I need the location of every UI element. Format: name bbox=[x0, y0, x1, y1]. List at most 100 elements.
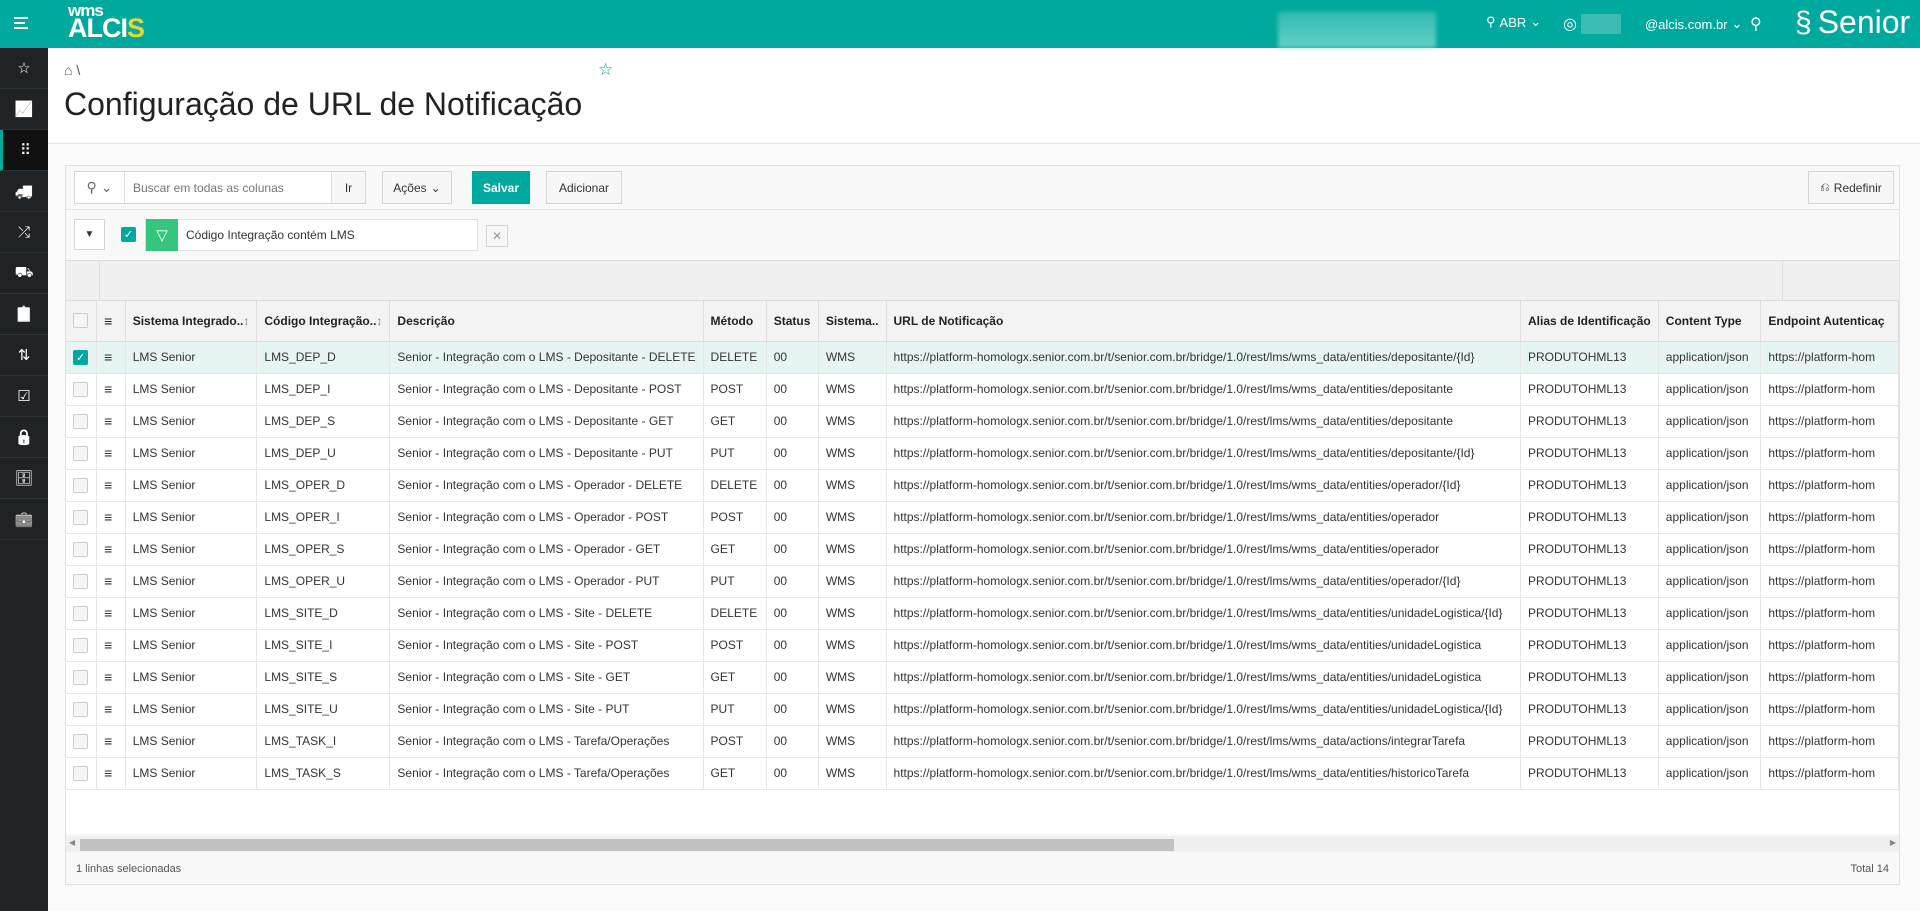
table-row[interactable]: ≡ LMS Senior LMS_OPER_U Senior - Integração… bbox=[66, 565, 1899, 598]
table-cell[interactable]: Senior - Integração com o LMS - Tarefa/O… bbox=[389, 725, 704, 758]
table-cell[interactable]: PRODUTOHML13 bbox=[1520, 341, 1659, 374]
table-cell[interactable]: application/json bbox=[1658, 597, 1762, 630]
sidebar-item-clipboard-check[interactable]: 📋 bbox=[0, 294, 48, 335]
table-row[interactable]: ≡ LMS Senior LMS_OPER_S Senior - Integração… bbox=[66, 533, 1899, 566]
table-cell[interactable]: Senior - Integração com o LMS - Site - G… bbox=[389, 661, 704, 694]
row-menu-icon[interactable]: ≡ bbox=[104, 349, 112, 365]
table-cell[interactable]: PRODUTOHML13 bbox=[1520, 437, 1659, 470]
table-cell[interactable]: application/json bbox=[1658, 373, 1762, 406]
table-cell[interactable]: POST bbox=[703, 373, 767, 406]
table-cell[interactable]: WMS bbox=[818, 405, 887, 438]
sidebar-item-apps-grid[interactable]: ⠿ bbox=[0, 130, 48, 171]
table-row[interactable]: ≡ LMS Senior LMS_TASK_I Senior - Integração… bbox=[66, 725, 1899, 758]
table-cell[interactable]: application/json bbox=[1658, 405, 1762, 438]
column-header[interactable]: Método bbox=[703, 301, 767, 342]
table-cell[interactable]: https://platform-homologx.senior.com.br/… bbox=[886, 469, 1521, 502]
column-header[interactable]: Status bbox=[766, 301, 819, 342]
table-cell[interactable]: WMS bbox=[818, 341, 887, 374]
table-cell[interactable]: LMS_DEP_D bbox=[256, 341, 391, 374]
table-cell[interactable]: https://platform-hom bbox=[1760, 469, 1899, 502]
row-menu-icon[interactable]: ≡ bbox=[104, 413, 112, 429]
table-cell[interactable]: 00 bbox=[766, 661, 819, 694]
table-cell[interactable]: LMS Senior bbox=[125, 501, 258, 534]
reset-button[interactable]: ⎌ Redefinir bbox=[1808, 171, 1894, 204]
table-cell[interactable]: application/json bbox=[1658, 437, 1762, 470]
row-menu-icon[interactable]: ≡ bbox=[104, 477, 112, 493]
blurred-company-selector[interactable] bbox=[1278, 12, 1436, 48]
table-cell[interactable]: Senior - Integração com o LMS - Operador… bbox=[389, 533, 704, 566]
row-checkbox[interactable] bbox=[73, 477, 88, 493]
table-cell[interactable]: https://platform-homologx.senior.com.br/… bbox=[886, 725, 1521, 758]
table-cell[interactable]: DELETE bbox=[703, 469, 767, 502]
table-cell[interactable]: https://platform-hom bbox=[1760, 373, 1899, 406]
sort-icon[interactable]: ↕ bbox=[243, 314, 249, 328]
row-menu-icon[interactable]: ≡ bbox=[104, 381, 112, 397]
table-cell[interactable]: 00 bbox=[766, 693, 819, 726]
table-cell[interactable]: LMS Senior bbox=[125, 373, 258, 406]
table-cell[interactable]: Senior - Integração com o LMS - Deposita… bbox=[389, 405, 704, 438]
table-cell[interactable]: https://platform-hom bbox=[1760, 629, 1899, 662]
table-cell[interactable]: WMS bbox=[818, 565, 887, 598]
table-cell[interactable]: GET bbox=[703, 405, 767, 438]
row-checkbox[interactable] bbox=[73, 413, 88, 429]
sidebar-item-briefcase[interactable]: 💼 bbox=[0, 499, 48, 540]
search-input[interactable] bbox=[125, 172, 331, 203]
table-cell[interactable]: PRODUTOHML13 bbox=[1520, 757, 1659, 790]
menu-toggle-icon[interactable] bbox=[14, 14, 34, 34]
table-cell[interactable]: PRODUTOHML13 bbox=[1520, 533, 1659, 566]
filter-chip[interactable]: ▽ Código Integração contém LMS bbox=[145, 219, 478, 251]
column-header[interactable]: Alias de Identificação bbox=[1520, 301, 1659, 342]
select-all-checkbox[interactable] bbox=[73, 313, 88, 329]
table-row[interactable]: ≡ LMS Senior LMS_SITE_S Senior - Integração… bbox=[66, 661, 1899, 694]
table-cell[interactable]: LMS_DEP_U bbox=[256, 437, 391, 470]
table-cell[interactable]: LMS Senior bbox=[125, 661, 258, 694]
table-cell[interactable]: LMS_DEP_S bbox=[256, 405, 391, 438]
table-cell[interactable]: WMS bbox=[818, 469, 887, 502]
scrollbar-thumb[interactable] bbox=[80, 839, 1174, 851]
table-cell[interactable]: LMS Senior bbox=[125, 565, 258, 598]
actions-button[interactable]: Ações ⌄ bbox=[382, 171, 452, 204]
table-cell[interactable]: https://platform-homologx.senior.com.br/… bbox=[886, 405, 1521, 438]
table-cell[interactable]: Senior - Integração com o LMS - Deposita… bbox=[389, 373, 704, 406]
table-cell[interactable]: https://platform-homologx.senior.com.br/… bbox=[886, 693, 1521, 726]
table-cell[interactable]: https://platform-homologx.senior.com.br/… bbox=[886, 373, 1521, 406]
table-cell[interactable]: application/json bbox=[1658, 725, 1762, 758]
sidebar-item-shuffle[interactable]: ⤮ bbox=[0, 212, 48, 253]
table-cell[interactable]: https://platform-homologx.senior.com.br/… bbox=[886, 533, 1521, 566]
table-cell[interactable]: LMS_SITE_D bbox=[256, 597, 391, 630]
sidebar-item-chart-line[interactable]: 📈 bbox=[0, 89, 48, 130]
table-row[interactable]: ≡ LMS Senior LMS_OPER_D Senior - Integração… bbox=[66, 469, 1899, 502]
row-checkbox[interactable] bbox=[73, 445, 88, 461]
wms-alcis-logo[interactable]: wms ALCIS bbox=[68, 2, 145, 42]
row-menu-icon[interactable]: ≡ bbox=[104, 765, 112, 781]
table-cell[interactable]: application/json bbox=[1658, 693, 1762, 726]
table-cell[interactable]: GET bbox=[703, 533, 767, 566]
table-cell[interactable]: WMS bbox=[818, 597, 887, 630]
sidebar-item-delivery-truck[interactable]: ⛟ bbox=[0, 253, 48, 294]
table-row[interactable]: ≡ LMS Senior LMS_OPER_I Senior - Integração… bbox=[66, 501, 1899, 534]
scroll-right-icon[interactable]: ▶ bbox=[1890, 838, 1896, 847]
table-cell[interactable]: 00 bbox=[766, 501, 819, 534]
table-cell[interactable]: LMS_TASK_S bbox=[256, 757, 391, 790]
table-cell[interactable]: https://platform-homologx.senior.com.br/… bbox=[886, 341, 1521, 374]
table-cell[interactable]: Senior - Integração com o LMS - Site - P… bbox=[389, 693, 704, 726]
search-icon[interactable]: ⚲ bbox=[1750, 14, 1762, 34]
table-row[interactable]: ≡ LMS Senior LMS_DEP_U Senior - Integração … bbox=[66, 437, 1899, 470]
column-header[interactable]: Content Type bbox=[1658, 301, 1762, 342]
table-cell[interactable]: 00 bbox=[766, 341, 819, 374]
table-cell[interactable]: WMS bbox=[818, 757, 887, 790]
column-header[interactable]: Sistema.. bbox=[818, 301, 887, 342]
row-checkbox[interactable] bbox=[73, 573, 88, 589]
column-header[interactable]: Código Integração..↕ bbox=[256, 301, 391, 342]
table-cell[interactable]: Senior - Integração com o LMS - Operador… bbox=[389, 565, 704, 598]
table-cell[interactable]: Senior - Integração com o LMS - Tarefa/O… bbox=[389, 757, 704, 790]
table-cell[interactable]: 00 bbox=[766, 373, 819, 406]
table-cell[interactable]: WMS bbox=[818, 437, 887, 470]
row-checkbox[interactable] bbox=[73, 733, 88, 749]
table-cell[interactable]: Senior - Integração com o LMS - Deposita… bbox=[389, 341, 704, 374]
row-checkbox[interactable] bbox=[73, 509, 88, 525]
table-cell[interactable]: DELETE bbox=[703, 597, 767, 630]
table-cell[interactable]: LMS Senior bbox=[125, 725, 258, 758]
table-cell[interactable]: 00 bbox=[766, 597, 819, 630]
table-cell[interactable]: application/json bbox=[1658, 469, 1762, 502]
